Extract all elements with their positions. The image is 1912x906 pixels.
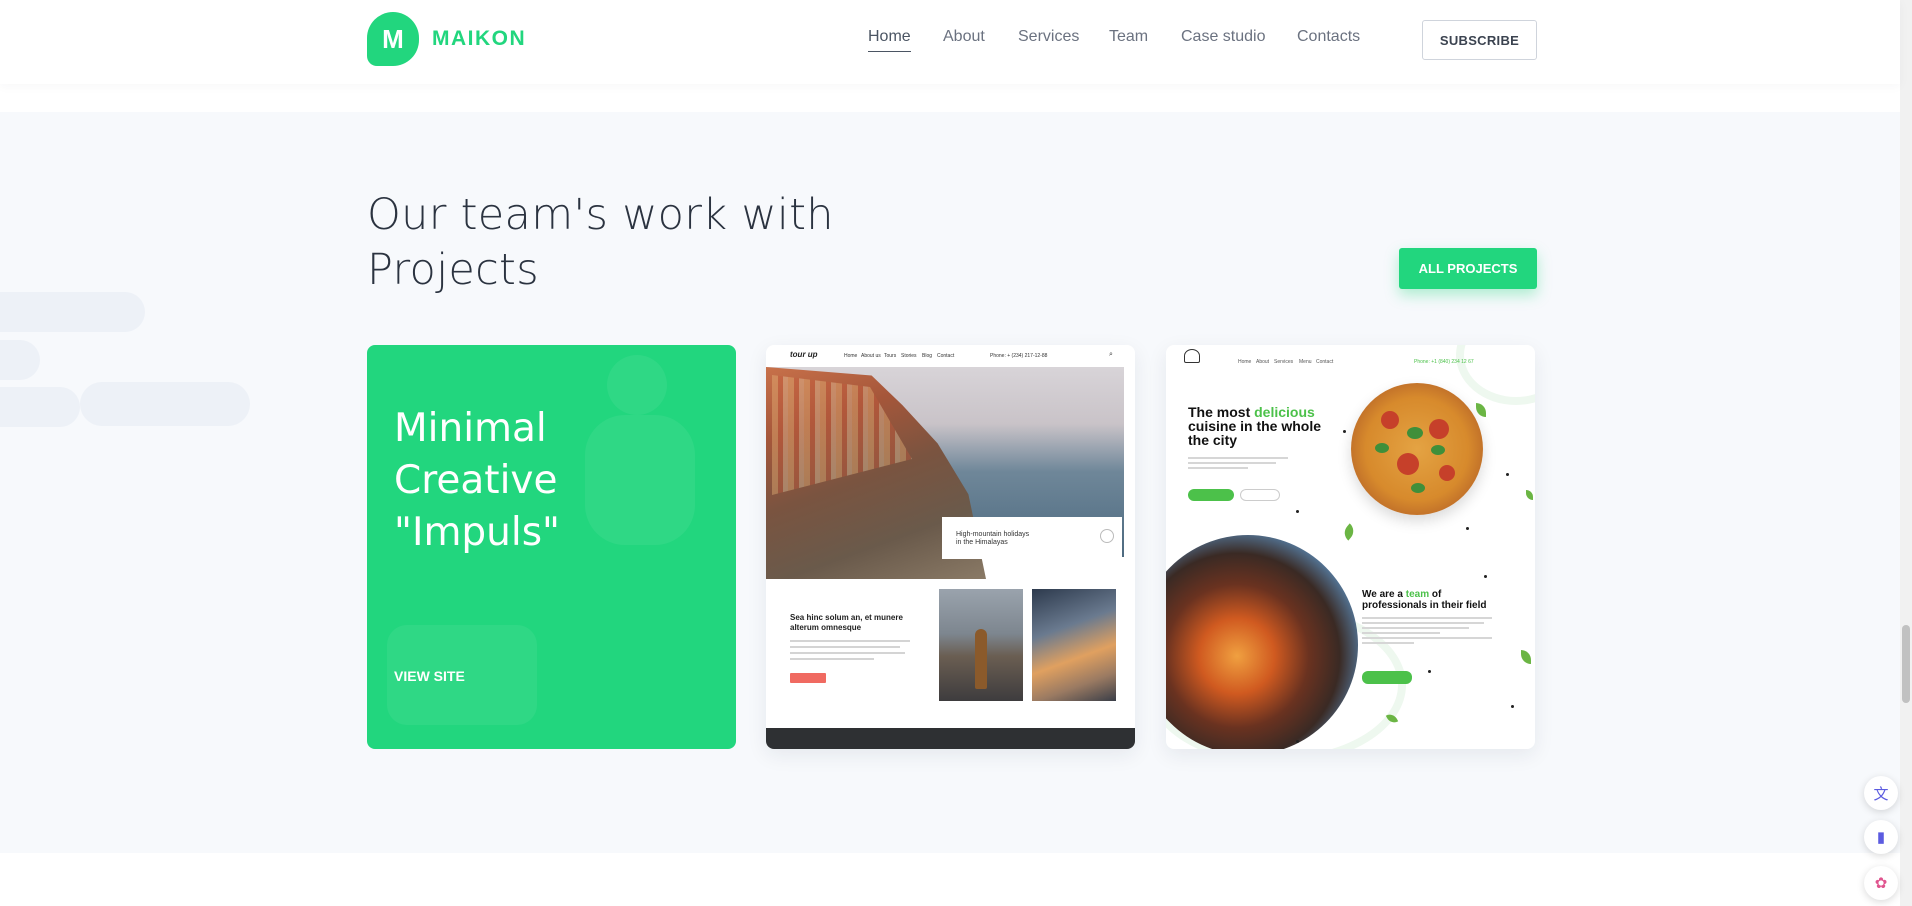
subscribe-button[interactable]: SUBSCRIBE	[1422, 20, 1537, 60]
projects-section: Our team's work with Projects ALL PROJEC…	[0, 112, 1900, 853]
leaf-decor	[1476, 403, 1486, 417]
nav-contacts[interactable]: Contacts	[1297, 28, 1360, 46]
mockup-team-pre: We are a	[1362, 589, 1406, 600]
mockup-photo-plane	[1032, 589, 1116, 701]
arrow-right-icon	[1100, 529, 1114, 543]
nav-services[interactable]: Services	[1018, 28, 1079, 46]
site-header: M MAIKON Home About Services Team Case s…	[0, 0, 1900, 84]
mockup-blog-heading: Sea hinc solum an, et munere alterum omn…	[790, 613, 903, 632]
mockup-nav-item: About	[1256, 359, 1270, 365]
project-card-travel[interactable]: tour up Home About us Tours Stories Blog…	[766, 345, 1135, 749]
decor-blob	[0, 387, 80, 427]
mockup-nav-item: Contact	[937, 353, 955, 359]
section-title-line1: Our team's work with	[367, 190, 834, 240]
mockup-headline-text	[1188, 457, 1288, 472]
mockup-nav-item: Home	[844, 353, 858, 359]
search-icon: ⌕	[1109, 351, 1113, 358]
mockup-read-more-button	[1362, 671, 1412, 684]
nav-case-studio[interactable]: Case studio	[1181, 28, 1266, 46]
mockup-team-text	[1362, 617, 1492, 647]
mockup-nav-item: Stories	[901, 353, 917, 359]
mockup-caption: High-mountain holidays in the Himalayas	[956, 531, 1029, 547]
mockup-nav-item: Contact	[1316, 359, 1334, 365]
leaf-decor	[1521, 650, 1531, 664]
mockup-photo-street	[939, 589, 1023, 701]
mockup-phone: Phone: +1 (840) 234 12 67	[1414, 359, 1474, 365]
scrollbar-thumb[interactable]	[1902, 625, 1910, 703]
brain-icon[interactable]: ✿	[1864, 866, 1898, 900]
mockup-order-button	[1240, 489, 1280, 501]
mockup-caption-line2: in the Himalayas	[956, 539, 1008, 546]
mockup-nav-item: About us	[861, 353, 881, 359]
all-projects-button[interactable]: ALL PROJECTS	[1399, 248, 1537, 289]
mockup-nav-item: Services	[1274, 359, 1294, 365]
view-site-link[interactable]: VIEW SITE	[394, 668, 465, 684]
mockup-caption-line1: High-mountain holidays	[956, 531, 1030, 538]
project-title-line2: "Impuls"	[394, 510, 560, 555]
chef-hat-icon	[1184, 349, 1200, 363]
mockup-team-heading: We are a team of professionals in their …	[1362, 589, 1502, 611]
project-card-pizza[interactable]: Home About Services Menu Contact Phone: …	[1166, 345, 1535, 749]
mockup-phone: Phone: + (234) 217-12-88	[990, 353, 1048, 359]
mockup-team-accent: team	[1405, 589, 1430, 600]
mockup-nav-item: Tours	[884, 353, 897, 359]
mockup-blog-text	[790, 640, 910, 664]
oven-image	[1166, 535, 1358, 749]
mockup-nav-item: Menu	[1299, 359, 1312, 365]
decor-blob	[80, 382, 250, 426]
project-title-line1: Minimal Creative	[394, 406, 558, 503]
nav-home[interactable]: Home	[868, 28, 911, 52]
mockup-book-button	[1188, 489, 1234, 501]
decor-blob	[0, 340, 40, 380]
main-nav: Home About Services Team Case studio Con…	[0, 28, 1900, 58]
section-title-line2: Projects	[367, 245, 539, 295]
mockup-nav: Home About Services Menu Contact Phone: …	[1166, 345, 1535, 369]
leaf-decor	[1340, 523, 1358, 541]
translate-icon[interactable]: 文	[1864, 776, 1898, 810]
nav-team[interactable]: Team	[1109, 28, 1148, 46]
page-scrollbar[interactable]	[1900, 0, 1912, 906]
project-title: Minimal Creative "Impuls"	[394, 403, 714, 559]
nav-about[interactable]: About	[943, 28, 985, 46]
reader-icon[interactable]: ▮	[1864, 820, 1898, 854]
mockup-caption-box: High-mountain holidays in the Himalayas	[942, 517, 1122, 559]
mockup-headline-post: cuisine in the whole the city	[1188, 418, 1322, 448]
leaf-decor	[1526, 490, 1533, 500]
mockup-nav-item: Home	[1238, 359, 1252, 365]
mockup-logo: tour up	[790, 350, 818, 359]
project-card-impuls[interactable]: Minimal Creative "Impuls" VIEW SITE	[367, 345, 736, 749]
mockup-headline: The most delicious cuisine in the whole …	[1188, 405, 1328, 447]
mockup-nav: tour up Home About us Tours Stories Blog…	[766, 345, 1135, 367]
decor-blob	[0, 292, 145, 332]
pizza-image	[1351, 383, 1483, 515]
mockup-blog-button	[790, 673, 826, 683]
mockup-nav-item: Blog	[922, 353, 933, 359]
mockup-footer	[766, 728, 1135, 749]
